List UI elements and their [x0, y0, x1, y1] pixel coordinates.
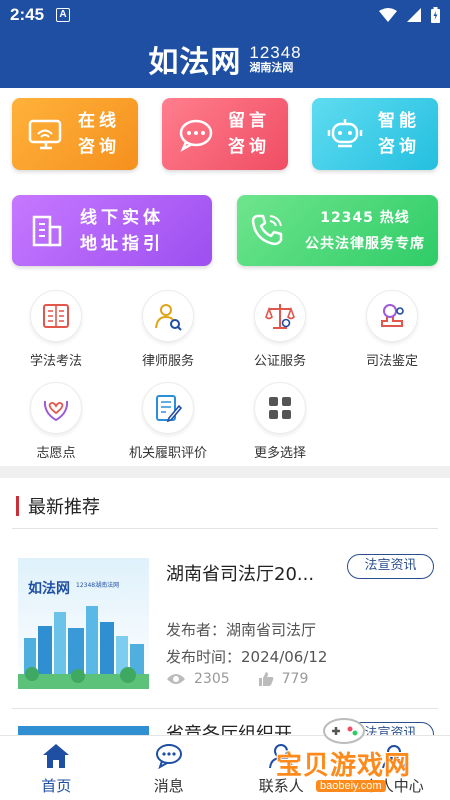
home-icon	[43, 744, 70, 768]
hotline-number: 12348	[249, 43, 302, 63]
news-item[interactable]: 如法网 12348湖南法网 湖南省司法厅20... 法宣资讯 发布者：湖南省司法…	[0, 540, 450, 710]
service-icon-wrap	[30, 382, 82, 434]
card-line1: 留言	[228, 111, 270, 131]
publisher-label: 发布者：	[166, 621, 227, 639]
message-consult-card[interactable]: 留言 咨询	[162, 98, 288, 170]
card-line1: 线下实体	[80, 208, 164, 228]
phone-icon	[251, 214, 283, 246]
watermark-text: 宝贝游戏网	[276, 751, 412, 781]
news-title: 湖南省司法厅20...	[166, 564, 315, 585]
service-label: 公证服务	[253, 354, 306, 369]
hotline-12345-card[interactable]: 12345 热线 公共法律服务专席	[237, 195, 438, 266]
card-line2: 咨询	[378, 137, 420, 157]
news-stats: 2305 779	[166, 671, 308, 687]
service-icon-wrap	[142, 382, 194, 434]
date-label: 发布时间：	[166, 648, 242, 666]
scales-icon	[265, 304, 295, 329]
smart-consult-card[interactable]: 智能 咨询	[312, 98, 438, 170]
news-thumbnail[interactable]	[18, 726, 149, 735]
grid-icon	[269, 397, 291, 419]
document-edit-icon	[156, 395, 183, 423]
service-icon-wrap	[254, 382, 306, 434]
news-thumbnail[interactable]: 如法网 12348湖南法网	[18, 558, 149, 689]
service-label: 学法考法	[29, 354, 82, 369]
robot-icon	[327, 119, 363, 148]
service-label: 律师服务	[141, 354, 194, 369]
service-lawyer[interactable]: 律师服务	[118, 290, 218, 369]
nav-label: 首页	[41, 777, 72, 795]
watermark-url: baobeiy.com	[316, 780, 386, 792]
service-icon-wrap	[30, 290, 82, 342]
battery-icon	[431, 7, 440, 23]
service-study-law[interactable]: 学法考法	[6, 290, 106, 369]
heart-hands-icon	[43, 400, 69, 422]
monitor-chat-icon	[28, 119, 62, 150]
section-title: 最新推荐	[28, 497, 100, 518]
offline-address-card[interactable]: 线下实体 地址指引	[12, 195, 212, 266]
service-icon-wrap	[366, 290, 418, 342]
news-publisher: 发布者：湖南省司法厅	[166, 619, 316, 640]
card-line1: 在线	[78, 111, 120, 131]
brand-logo: 如法网	[148, 45, 242, 80]
book-icon	[43, 304, 69, 328]
signal-icon	[407, 8, 421, 22]
stamp-icon	[381, 304, 404, 327]
thumb-caption: 12348湖南法网	[76, 582, 120, 589]
service-label: 更多选择	[253, 446, 306, 461]
date-value: 2024/06/12	[241, 648, 328, 666]
service-evaluation[interactable]: 机关履职评价	[118, 382, 218, 461]
title-accent-bar	[16, 496, 19, 516]
latest-section-header: 最新推荐	[16, 492, 100, 520]
service-label: 司法鉴定	[365, 354, 418, 369]
app-notification-icon: A	[56, 8, 71, 22]
building-icon	[32, 215, 62, 247]
view-count: 2305	[194, 671, 230, 687]
thumb-brand: 如法网	[28, 581, 70, 597]
app-header: 如法网 12348 湖南法网	[0, 30, 450, 88]
card-line2: 咨询	[228, 137, 270, 157]
publisher-value: 湖南省司法厅	[226, 621, 317, 639]
gamepad-icon	[323, 718, 365, 744]
nav-label: 消息	[153, 777, 184, 795]
message-bubble-icon	[179, 119, 213, 152]
service-notary[interactable]: 公证服务	[230, 290, 330, 369]
status-bar: 2:45 A	[0, 0, 450, 30]
wifi-icon	[379, 8, 397, 22]
card-line1: 12345 热线	[320, 210, 410, 226]
site-watermark: 宝贝游戏网 baobeiy.com	[268, 705, 448, 795]
section-line	[12, 528, 438, 529]
eye-icon	[167, 674, 185, 684]
card-line1: 智能	[378, 111, 420, 131]
city-skyline-illustration	[18, 606, 149, 689]
card-line2: 地址指引	[80, 234, 164, 254]
service-forensic[interactable]: 司法鉴定	[342, 290, 442, 369]
card-line2: 咨询	[78, 137, 120, 157]
service-more[interactable]: 更多选择	[230, 382, 330, 461]
card-line2: 公共法律服务专席	[305, 236, 425, 252]
online-consult-card[interactable]: 在线 咨询	[12, 98, 138, 170]
service-icon-wrap	[142, 290, 194, 342]
like-count: 779	[281, 671, 309, 687]
section-divider	[0, 466, 450, 478]
nav-messages[interactable]: 消息	[113, 736, 226, 800]
service-label: 机关履职评价	[128, 446, 207, 461]
news-tag[interactable]: 法宣资讯	[347, 554, 434, 579]
service-icon-wrap	[254, 290, 306, 342]
lawyer-search-icon	[155, 304, 182, 331]
chat-icon	[155, 744, 182, 770]
service-volunteer[interactable]: 志愿点	[6, 382, 106, 461]
status-time: 2:45	[10, 5, 45, 24]
nav-home[interactable]: 首页	[0, 736, 113, 800]
news-date: 发布时间：2024/06/12	[166, 646, 327, 667]
thumbs-up-icon[interactable]	[258, 671, 274, 687]
brand-subtitle: 湖南法网	[249, 61, 294, 75]
service-label: 志愿点	[36, 446, 76, 461]
